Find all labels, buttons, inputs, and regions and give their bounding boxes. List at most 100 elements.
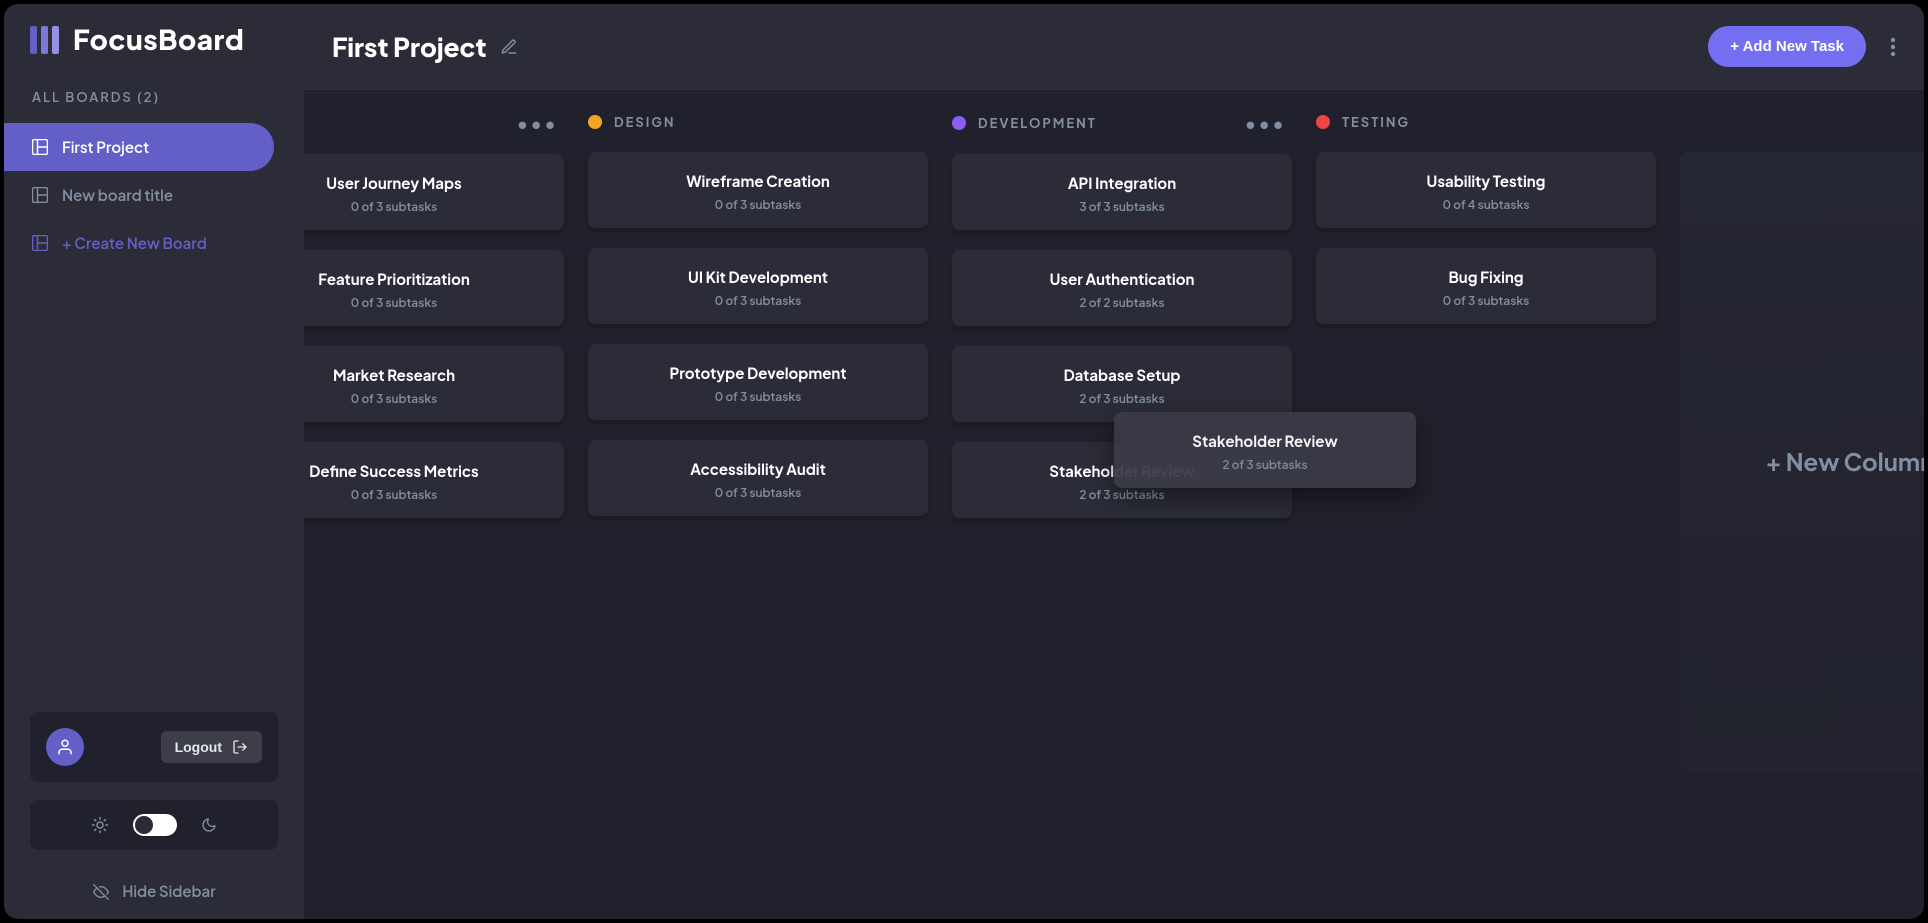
- task-title: Usability Testing: [1427, 172, 1546, 191]
- moon-icon: [201, 817, 217, 833]
- kanban-column: DEVELOPMENT ••• API Integration 3 of 3 subt…: [952, 114, 1292, 895]
- task-title: User Journey Maps: [326, 174, 462, 193]
- column-header: DEVELOPMENT •••: [952, 114, 1292, 132]
- kanban-column: TESTING Usability Testing 0 of 4 subtasks B…: [1316, 114, 1656, 895]
- task-title: API Integration: [1068, 174, 1176, 193]
- add-task-button[interactable]: + Add New Task: [1708, 26, 1866, 67]
- column-color-dot: [588, 115, 602, 129]
- task-card[interactable]: User Authentication 2 of 2 subtasks: [952, 250, 1292, 326]
- task-subtask-count: 2 of 3 subtasks: [1079, 391, 1164, 406]
- task-title: Accessibility Audit: [690, 460, 826, 479]
- logout-icon: [232, 739, 248, 755]
- board-icon: [32, 139, 48, 155]
- page-title: First Project: [332, 30, 486, 63]
- create-board-label: + Create New Board: [62, 234, 207, 253]
- task-card[interactable]: Prototype Development 0 of 3 subtasks: [588, 344, 928, 420]
- task-subtask-count: 0 of 4 subtasks: [1442, 197, 1529, 212]
- task-title: Market Research: [333, 366, 455, 385]
- column-name: TESTING: [1342, 114, 1410, 130]
- task-title: Define Success Metrics: [309, 462, 479, 481]
- task-card[interactable]: Database Setup 2 of 3 subtasks: [952, 346, 1292, 422]
- task-card[interactable]: Market Research 0 of 3 subtasks: [304, 346, 564, 422]
- column-color-dot: [1316, 115, 1330, 129]
- kebab-icon: [1890, 37, 1896, 57]
- task-subtask-count: 2 of 3 subtasks: [1079, 487, 1164, 502]
- task-subtask-count: 0 of 3 subtasks: [351, 199, 438, 214]
- column-color-dot: [952, 116, 966, 130]
- kanban-column: NNING••• User Journey Maps 0 of 3 subtasks…: [304, 114, 564, 895]
- main-area: First Project + Add New Task NNING••• Use…: [304, 4, 1924, 919]
- task-card[interactable]: User Journey Maps 0 of 3 subtasks: [304, 154, 564, 230]
- kanban-column: DESIGNWireframe Creation0 of 3 subtasksU…: [588, 114, 928, 895]
- task-subtask-count: 3 of 3 subtasks: [1079, 199, 1164, 214]
- board-icon: [32, 235, 48, 251]
- task-card[interactable]: Feature Prioritization 0 of 3 subtasks: [304, 250, 564, 326]
- column-header: NNING•••: [304, 114, 564, 132]
- edit-title-button[interactable]: [500, 38, 518, 56]
- task-subtask-count: 0 of 3 subtasks: [715, 197, 802, 212]
- task-subtask-count: 0 of 3 subtasks: [715, 389, 802, 404]
- task-title: User Authentication: [1050, 270, 1195, 289]
- new-column-button[interactable]: + New Column: [1680, 152, 1924, 772]
- task-title: Feature Prioritization: [318, 270, 470, 289]
- sun-icon: [91, 816, 109, 834]
- task-title: UI Kit Development: [688, 268, 828, 287]
- avatar[interactable]: [46, 728, 84, 766]
- column-cards: API Integration 3 of 3 subtasks User Authe…: [952, 154, 1292, 518]
- task-title: Wireframe Creation: [686, 172, 830, 191]
- board-options-button[interactable]: [1884, 31, 1902, 63]
- task-card[interactable]: Bug Fixing 0 of 3 subtasks: [1316, 248, 1656, 324]
- sidebar-board-label: First Project: [62, 138, 149, 157]
- pencil-icon: [500, 38, 518, 56]
- task-subtask-count: 0 of 3 subtasks: [715, 485, 802, 500]
- task-subtask-count: 2 of 2 subtasks: [1079, 295, 1164, 310]
- topbar: First Project + Add New Task: [304, 4, 1924, 90]
- task-card[interactable]: API Integration 3 of 3 subtasks: [952, 154, 1292, 230]
- column-cards: Wireframe Creation0 of 3 subtasksUI Kit …: [588, 152, 928, 516]
- app-shell: FocusBoard ALL BOARDS (2) First Project …: [4, 4, 1924, 919]
- user-panel: Logout: [30, 712, 278, 782]
- task-subtask-count: 0 of 3 subtasks: [351, 391, 438, 406]
- column-cards: User Journey Maps0 of 3 subtasksFeature …: [304, 154, 564, 518]
- column-options-button[interactable]: •••: [1244, 114, 1286, 132]
- hide-sidebar-button[interactable]: Hide Sidebar: [4, 868, 304, 919]
- sidebar-board-item-active[interactable]: First Project: [4, 123, 274, 171]
- task-card[interactable]: Accessibility Audit 0 of 3 subtasks: [588, 440, 928, 516]
- logo-icon: [30, 26, 59, 54]
- task-card[interactable]: Wireframe Creation 0 of 3 subtasks: [588, 152, 928, 228]
- task-subtask-count: 0 of 3 subtasks: [351, 295, 438, 310]
- task-card[interactable]: Usability Testing 0 of 4 subtasks: [1316, 152, 1656, 228]
- task-subtask-count: 0 of 3 subtasks: [351, 487, 438, 502]
- app-name: FocusBoard: [73, 22, 244, 57]
- hide-sidebar-label: Hide Sidebar: [122, 882, 215, 901]
- column-header: DESIGN: [588, 114, 928, 130]
- create-board-button[interactable]: + Create New Board: [4, 219, 274, 267]
- sidebar-board-item[interactable]: New board title: [4, 171, 274, 219]
- task-title: Stakeholder Review: [1049, 462, 1194, 481]
- task-subtask-count: 0 of 3 subtasks: [715, 293, 802, 308]
- logout-label: Logout: [175, 739, 222, 755]
- column-cards: Usability Testing 0 of 4 subtasks Bug Fixi…: [1316, 152, 1656, 324]
- column-header: TESTING: [1316, 114, 1656, 130]
- app-logo: FocusBoard: [4, 22, 304, 83]
- task-card[interactable]: Define Success Metrics 0 of 3 subtasks: [304, 442, 564, 518]
- theme-toggle-panel: [30, 800, 278, 850]
- logout-button[interactable]: Logout: [161, 731, 262, 763]
- task-card[interactable]: Stakeholder Review 2 of 3 subtasks: [952, 442, 1292, 518]
- sidebar: FocusBoard ALL BOARDS (2) First Project …: [4, 4, 304, 919]
- task-title: Bug Fixing: [1448, 268, 1523, 287]
- task-title: Database Setup: [1064, 366, 1181, 385]
- task-subtask-count: 0 of 3 subtasks: [1443, 293, 1530, 308]
- board-list: First Project New board title + Create N…: [4, 123, 304, 267]
- task-card[interactable]: UI Kit Development 0 of 3 subtasks: [588, 248, 928, 324]
- task-title: Prototype Development: [669, 364, 846, 383]
- column-name: DESIGN: [614, 114, 676, 130]
- theme-toggle[interactable]: [133, 814, 177, 836]
- board-icon: [32, 187, 48, 203]
- user-icon: [56, 738, 74, 756]
- column-options-button[interactable]: •••: [516, 114, 558, 132]
- column-name: DEVELOPMENT: [978, 115, 1097, 131]
- sidebar-board-label: New board title: [62, 186, 173, 205]
- kanban-board[interactable]: NNING••• User Journey Maps 0 of 3 subtasks…: [304, 90, 1924, 919]
- eye-off-icon: [92, 884, 110, 900]
